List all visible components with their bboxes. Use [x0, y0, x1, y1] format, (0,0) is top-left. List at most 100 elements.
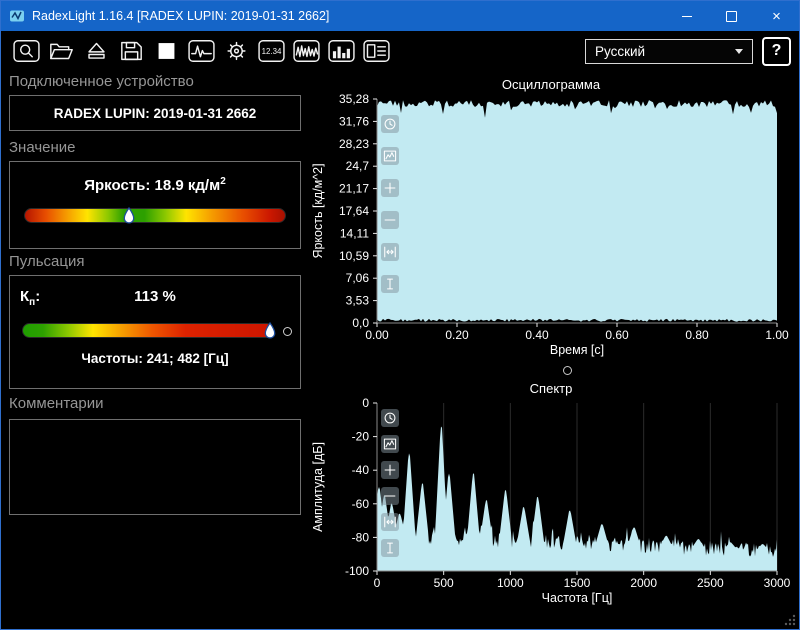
svg-text:0.40: 0.40: [525, 328, 549, 342]
resize-grip[interactable]: [784, 614, 796, 626]
save-button[interactable]: [114, 36, 148, 66]
comments-section-header: Комментарии: [9, 395, 104, 412]
svg-text:31,76: 31,76: [339, 114, 369, 128]
svg-text:0.80: 0.80: [685, 328, 709, 342]
clock-icon: [384, 412, 396, 424]
report-layout-button[interactable]: [359, 36, 393, 66]
maximize-button[interactable]: [709, 1, 754, 31]
oscillogram-mode-button[interactable]: [289, 36, 323, 66]
svg-text:2000: 2000: [630, 576, 657, 590]
zoom-in-icon: [384, 464, 396, 476]
brightness-scale: [24, 208, 286, 223]
svg-text:-100: -100: [345, 564, 369, 578]
svg-text:24,7: 24,7: [346, 159, 370, 173]
marker-dot: [563, 366, 572, 375]
spectrum-tools: [381, 409, 399, 565]
zoom-out-icon: [384, 495, 396, 497]
titlebar[interactable]: RadexLight 1.16.4 [RADEX LUPIN: 2019-01-…: [1, 1, 799, 31]
pulse-mode-button[interactable]: [184, 36, 218, 66]
chevron-down-icon: [735, 48, 743, 54]
close-button[interactable]: ×: [754, 1, 799, 31]
device-name: RADEX LUPIN: 2019-01-31 2662: [53, 105, 257, 121]
wave-icon: [292, 40, 320, 62]
bars-icon: [327, 40, 355, 62]
brightness-value-line: Яркость: 18.9 кд/м2: [10, 176, 300, 194]
cursor-icon: [387, 542, 393, 554]
app-window: RadexLight 1.16.4 [RADEX LUPIN: 2019-01-…: [0, 0, 800, 630]
svg-text:3,53: 3,53: [346, 294, 370, 308]
svg-text:1.00: 1.00: [765, 328, 789, 342]
cursor-button[interactable]: [381, 275, 399, 293]
svg-text:0.20: 0.20: [445, 328, 469, 342]
report-icon: [362, 40, 390, 62]
eject-icon: [87, 42, 105, 59]
cursor-button[interactable]: [381, 539, 399, 557]
fit-width-button[interactable]: [381, 513, 399, 531]
svg-text:7,06: 7,06: [346, 271, 370, 285]
oscillogram-title: Осциллограмма: [501, 77, 601, 92]
language-select[interactable]: Русский: [585, 38, 753, 64]
svg-text:Яркость [кд/м^2]: Яркость [кд/м^2]: [311, 163, 325, 258]
zoom-out-button[interactable]: [381, 487, 399, 505]
numeric-display-button[interactable]: 12.34: [254, 36, 288, 66]
svg-text:28,23: 28,23: [339, 137, 369, 151]
toolbar: 12.34 Русский ?: [1, 31, 799, 71]
pulsation-section-header: Пульсация: [9, 253, 85, 270]
svg-text:17,64: 17,64: [339, 204, 369, 218]
svg-text:2500: 2500: [697, 576, 724, 590]
svg-text:0.60: 0.60: [605, 328, 629, 342]
minimize-button[interactable]: [664, 1, 709, 31]
gear-mode-button[interactable]: [219, 36, 253, 66]
svg-text:3000: 3000: [764, 576, 791, 590]
brightness-scale-wrap: [24, 207, 286, 224]
gear-icon: [226, 41, 246, 61]
kp-value: 113 %: [134, 288, 176, 305]
save-icon: [120, 41, 142, 61]
chart-button[interactable]: [381, 435, 399, 453]
brightness-label: Яркость:: [84, 177, 151, 194]
oscillogram-tools: [381, 115, 399, 307]
toolbar-right: Русский ?: [585, 36, 791, 66]
digits-icon: 12.34: [257, 40, 285, 62]
zoom-out-button[interactable]: [381, 211, 399, 229]
clock-button[interactable]: [381, 115, 399, 133]
brightness-value: 18.9: [154, 177, 184, 194]
clock-icon: [384, 118, 396, 130]
svg-text:Амплитуда [дБ]: Амплитуда [дБ]: [311, 442, 325, 532]
spectrum-title: Спектр: [529, 381, 573, 396]
zoom-search-button[interactable]: [9, 36, 43, 66]
folder-open-icon: [49, 43, 73, 60]
scale-end-dot: [283, 327, 292, 336]
device-section-header: Подключенное устройство: [9, 73, 194, 90]
brightness-marker[interactable]: [123, 207, 135, 224]
svg-text:0.00: 0.00: [365, 328, 389, 342]
value-box: Яркость: 18.9 кд/м2: [9, 161, 301, 249]
comments-input[interactable]: [9, 419, 301, 515]
histogram-mode-button[interactable]: [324, 36, 358, 66]
svg-text:0: 0: [362, 397, 369, 410]
svg-text:-60: -60: [352, 497, 370, 511]
frequencies-text: Частоты: 241; 482 [Гц]: [81, 351, 229, 366]
kp-label: Кп:: [20, 288, 41, 308]
zoom-out-icon: [384, 219, 396, 221]
search-icon: [12, 40, 40, 62]
chart-button[interactable]: [381, 147, 399, 165]
fit-width-button[interactable]: [381, 243, 399, 261]
brightness-unit: кд/м: [187, 177, 221, 194]
eject-device-button[interactable]: [79, 36, 113, 66]
language-value: Русский: [595, 43, 646, 59]
fit-width-icon: [384, 516, 396, 528]
kp-row: Кп: 113 %: [10, 288, 300, 308]
stop-button[interactable]: [149, 36, 183, 66]
zoom-in-button[interactable]: [381, 179, 399, 197]
pulsation-marker[interactable]: [264, 322, 276, 339]
chart-icon: [383, 438, 397, 450]
pulsation-scale: [22, 323, 274, 338]
clock-button[interactable]: [381, 409, 399, 427]
open-file-button[interactable]: [44, 36, 78, 66]
pulsation-box: Кп: 113 % Частоты: 241; 482 [Гц]: [9, 275, 301, 389]
svg-text:500: 500: [434, 576, 454, 590]
svg-text:21,17: 21,17: [339, 182, 369, 196]
zoom-in-button[interactable]: [381, 461, 399, 479]
help-button[interactable]: ?: [762, 36, 791, 66]
